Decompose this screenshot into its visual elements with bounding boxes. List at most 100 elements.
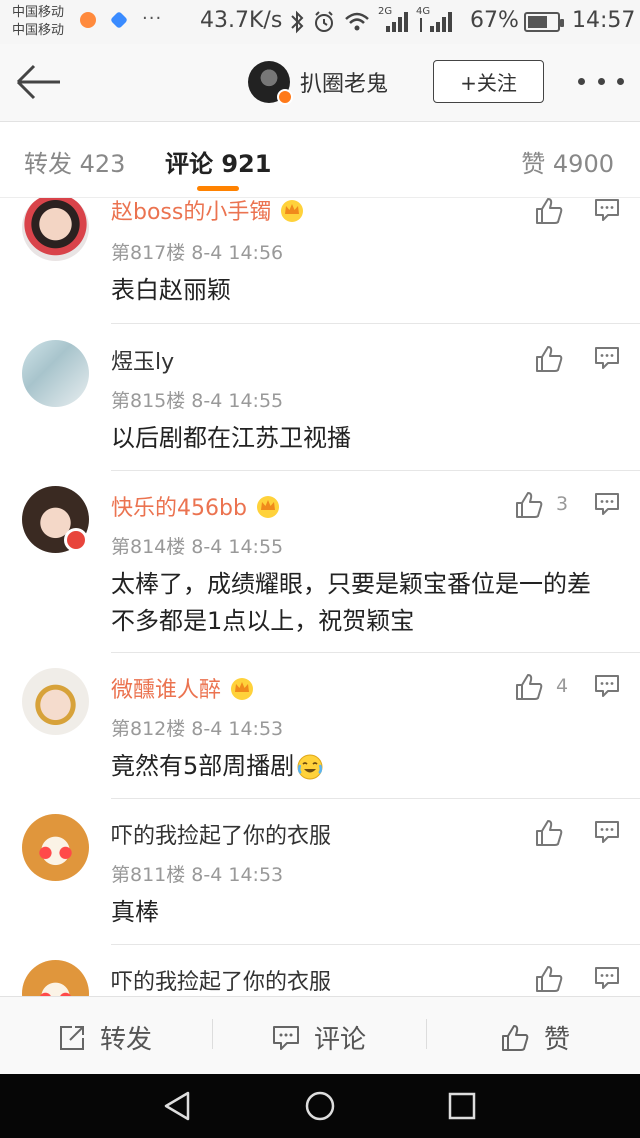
comment-username-text[interactable]: 赵boss的小手镯	[111, 198, 271, 226]
more-dot-icon	[578, 77, 585, 85]
like-label: 赞	[544, 1025, 571, 1055]
top-nav-bar: 扒圈老鬼 +关注	[0, 44, 640, 122]
avatar[interactable]	[22, 198, 89, 261]
circle-home-icon[interactable]	[304, 1090, 336, 1122]
share-icon	[60, 1025, 84, 1050]
follow-button[interactable]: +关注	[433, 60, 544, 103]
crown-icon	[256, 496, 279, 518]
clock: 14:57	[572, 8, 636, 33]
more-notifications-icon: ···	[142, 8, 163, 29]
more-dot-icon	[617, 77, 624, 85]
comment-icon	[273, 1025, 299, 1050]
notification-app-icon	[80, 12, 96, 28]
square-recent-icon[interactable]	[446, 1090, 478, 1122]
comment-meta: 第811楼 8-4 14:53	[111, 864, 284, 886]
thumb-up-icon[interactable]	[534, 344, 564, 374]
signal-icon	[386, 12, 408, 32]
thumb-up-icon[interactable]	[534, 818, 564, 848]
bluetooth-icon	[291, 10, 304, 34]
comment-username[interactable]: 煜玉ly	[111, 344, 174, 376]
comment-username-text[interactable]: 煜玉ly	[111, 344, 174, 376]
like-count: 3	[556, 493, 569, 515]
reply-icon[interactable]	[594, 820, 620, 844]
crown-icon	[281, 200, 304, 222]
back-button[interactable]	[14, 62, 62, 102]
comment-meta: 第817楼 8-4 14:56	[111, 242, 284, 264]
comment-meta: 第814楼 8-4 14:55	[111, 536, 284, 558]
reply-icon[interactable]	[594, 674, 620, 698]
like-count: 4	[556, 675, 569, 697]
comment-meta: 第815楼 8-4 14:55	[111, 390, 284, 412]
comment-text: 太棒了，成绩耀眼，只要是颖宝番位是一的差不多都是1点以上，祝贺颖宝	[111, 570, 591, 635]
comment-username[interactable]: 微醺谁人醉	[111, 672, 255, 704]
like-button[interactable]: 赞	[500, 1019, 570, 1056]
triangle-back-icon[interactable]	[162, 1090, 194, 1122]
comment-username[interactable]: 吓的我捡起了你的衣服	[111, 964, 331, 996]
comment-item: 煜玉ly 第815楼 8-4 14:55 以后剧都在江苏卫视播	[0, 324, 640, 471]
thumb-up-icon[interactable]	[534, 198, 564, 226]
active-tab-indicator	[197, 186, 239, 191]
comment-text: 真棒	[111, 898, 159, 926]
battery-percent: 67%	[470, 8, 519, 33]
comment-username-text[interactable]: 吓的我捡起了你的衣服	[111, 964, 331, 996]
author-name[interactable]: 扒圈老鬼	[300, 66, 388, 98]
tab-like[interactable]: 赞 4900	[521, 144, 614, 179]
thumb-up-icon[interactable]	[514, 672, 544, 702]
avatar[interactable]	[22, 668, 89, 735]
battery-fill	[528, 16, 547, 28]
network-speed: 43.7K/s	[200, 8, 283, 33]
signal-icon-2	[420, 12, 452, 32]
comment-item: 微醺谁人醉 第812楼 8-4 14:53 竟然有5部周播剧 4	[0, 652, 640, 799]
follow-label: +关注	[460, 71, 517, 95]
thumb-up-icon[interactable]	[534, 964, 564, 994]
carrier-1: 中国移动	[12, 5, 65, 20]
tab-repost[interactable]: 转发 423	[24, 144, 125, 179]
tab-comment[interactable]: 评论 921	[165, 144, 271, 179]
avatar[interactable]	[22, 960, 89, 996]
signal-2g: 2G	[378, 6, 408, 34]
avatar[interactable]	[22, 814, 89, 881]
comment-username-text[interactable]: 微醺谁人醉	[111, 672, 221, 704]
carrier-2: 中国移动	[12, 23, 65, 38]
post-tabs: 转发 423 评论 921 赞 4900	[0, 122, 640, 198]
comment-username[interactable]: 赵boss的小手镯	[111, 198, 305, 226]
thumb-up-icon[interactable]	[514, 490, 544, 520]
status-bar: 中国移动 中国移动 ··· 43.7K/s 2G 4G 67% 14:57	[0, 0, 640, 44]
comment-list: 赵boss的小手镯 第817楼 8-4 14:56 表白赵丽颖 煜玉ly 第81…	[0, 198, 640, 996]
wifi-icon	[345, 12, 369, 31]
comment-username[interactable]: 吓的我捡起了你的衣服	[111, 818, 331, 850]
comment-text: 表白赵丽颖	[111, 276, 231, 304]
comment-username-text[interactable]: 吓的我捡起了你的衣服	[111, 818, 331, 850]
status-icons: 2G 4G	[290, 6, 452, 35]
reply-icon[interactable]	[594, 966, 620, 990]
comment-username[interactable]: 快乐的456bb	[111, 490, 281, 522]
comment-button[interactable]: 评论	[272, 1019, 366, 1056]
more-dot-icon	[597, 77, 605, 85]
reply-icon[interactable]	[594, 346, 620, 370]
system-navigation-bar	[0, 1074, 640, 1138]
reply-icon[interactable]	[594, 492, 620, 516]
notification-app-icon-2	[109, 10, 129, 30]
comment-item: 快乐的456bb 第814楼 8-4 14:55 太棒了，成绩耀眼，只要是颖宝番…	[0, 470, 640, 653]
battery-icon	[524, 12, 564, 32]
thumb-up-icon	[502, 1024, 529, 1051]
comment-text: 以后剧都在江苏卫视播	[111, 424, 351, 452]
comment-item: 吓的我捡起了你的衣服 第811楼 8-4 14:53 真棒	[0, 798, 640, 945]
alarm-icon	[315, 11, 333, 32]
carrier-info: 中国移动 中国移动	[12, 4, 64, 40]
post-author[interactable]: 扒圈老鬼	[248, 60, 388, 105]
more-options-button[interactable]	[578, 66, 624, 96]
crown-icon	[231, 678, 254, 700]
author-avatar[interactable]	[248, 61, 293, 105]
comment-username-text[interactable]: 快乐的456bb	[111, 490, 247, 522]
divider	[426, 1019, 427, 1049]
repost-label: 转发	[100, 1025, 153, 1055]
reply-icon[interactable]	[594, 198, 620, 222]
vip-badge-icon	[64, 528, 88, 552]
back-arrow-icon	[16, 64, 60, 100]
repost-button[interactable]: 转发	[58, 1019, 152, 1056]
signal-4g: 4G	[416, 6, 452, 34]
comment-label: 评论	[314, 1025, 367, 1055]
avatar[interactable]	[22, 340, 89, 407]
verified-badge-icon	[277, 89, 293, 105]
